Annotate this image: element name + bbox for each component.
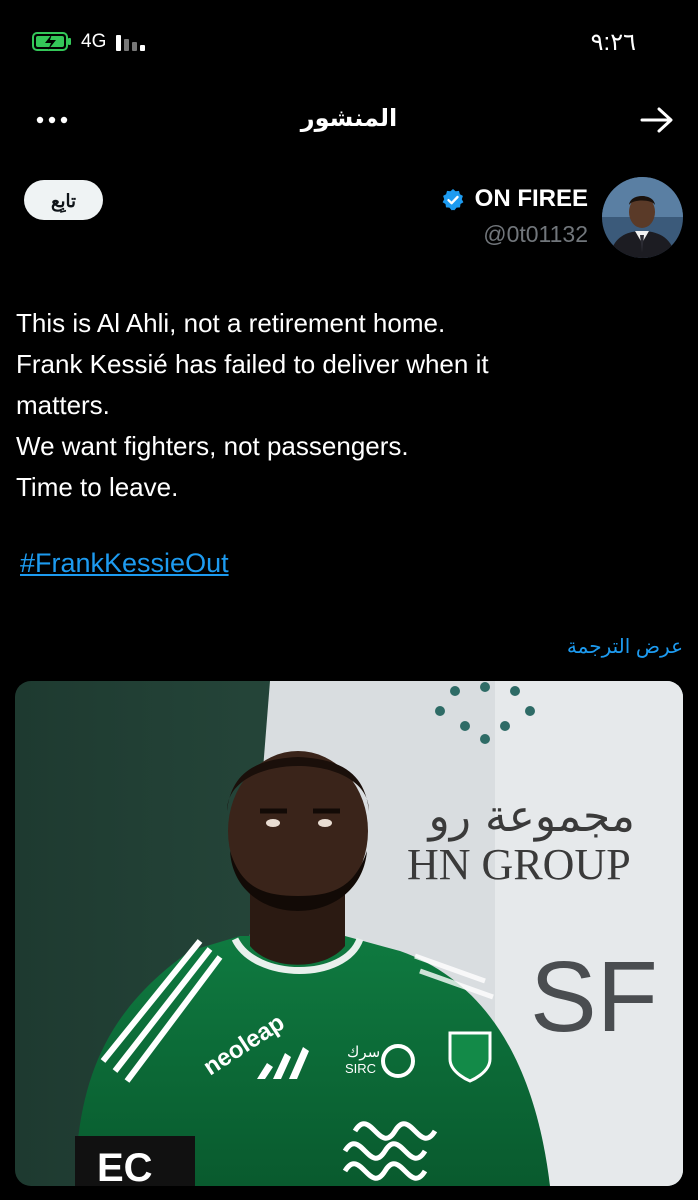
author-handle[interactable]: @0t01132 bbox=[483, 221, 588, 248]
signal-bars-icon bbox=[116, 35, 145, 51]
banner-arabic-text: مجموعة رو bbox=[427, 791, 635, 842]
tweet-text: This is Al Ahli, not a retirement home. … bbox=[16, 303, 676, 508]
player-photo: مجموعة رو HN GROUP SF neoleap سرك SIRC E… bbox=[15, 681, 683, 1186]
author-name[interactable]: ON FIREE bbox=[475, 185, 588, 213]
page-title: المنشور bbox=[300, 105, 398, 132]
tweet-line: This is Al Ahli, not a retirement home. bbox=[16, 308, 446, 338]
hashtag-link[interactable]: #FrankKessieOut bbox=[20, 548, 229, 579]
avatar[interactable] bbox=[602, 177, 683, 258]
network-label: 4G bbox=[81, 31, 107, 52]
shirt-partner-text: SIRC bbox=[345, 1061, 376, 1076]
banner-english-text: HN GROUP bbox=[407, 840, 631, 889]
status-bar: 4G ٩:٢٦ bbox=[0, 0, 698, 90]
battery-charging-icon bbox=[32, 32, 71, 51]
verified-badge-icon bbox=[442, 189, 464, 211]
follow-button[interactable]: تابِع bbox=[24, 180, 103, 220]
shirt-partner-arabic: سرك bbox=[347, 1043, 380, 1061]
tweet-line: matters. bbox=[16, 390, 110, 420]
top-app-bar: المنشور bbox=[0, 90, 698, 150]
tweet-line: We want fighters, not passengers. bbox=[16, 431, 409, 461]
banner-letters: SF bbox=[530, 941, 658, 1053]
tweet-line: Time to leave. bbox=[16, 472, 179, 502]
clock-time: ٩:٢٦ bbox=[590, 29, 636, 56]
armband-text: EC bbox=[97, 1146, 153, 1186]
show-translation-link[interactable]: عرض الترجمة bbox=[567, 634, 683, 659]
bottom-edge bbox=[0, 1186, 698, 1200]
tweet-line: Frank Kessié has failed to deliver when … bbox=[16, 349, 489, 379]
forward-arrow-icon[interactable] bbox=[640, 107, 674, 133]
avatar-image bbox=[602, 177, 683, 258]
tweet-media-photo[interactable]: مجموعة رو HN GROUP SF neoleap سرك SIRC E… bbox=[15, 681, 683, 1186]
